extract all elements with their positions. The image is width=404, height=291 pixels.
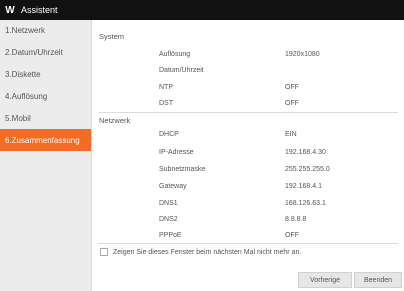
row-label: Datum/Uhrzeit xyxy=(159,67,204,74)
row-value: 168.126.63.1 xyxy=(285,200,326,207)
dont-show-again-checkbox[interactable] xyxy=(100,248,108,256)
section-divider xyxy=(98,243,398,244)
summary-row: IP-Adresse 192.168.4.30 xyxy=(92,149,404,163)
app-logo-icon: W xyxy=(5,4,15,16)
row-value: OFF xyxy=(285,232,299,239)
summary-row: DNS2 8.8.8.8 xyxy=(92,216,404,230)
row-value: 1920x1080 xyxy=(285,51,320,58)
previous-button[interactable]: Vorherige xyxy=(298,272,352,288)
row-label: DNS1 xyxy=(159,200,178,207)
row-label: PPPoE xyxy=(159,232,182,239)
sidebar-item-label: 4.Auflösung xyxy=(5,91,48,101)
summary-row: DNS1 168.126.63.1 xyxy=(92,200,404,214)
summary-row: Subnetzmaske 255.255.255.0 xyxy=(92,166,404,180)
row-value: 192.168.4.30 xyxy=(285,149,326,156)
sidebar-item-label: 3.Diskette xyxy=(5,69,41,79)
row-value: 255.255.255.0 xyxy=(285,166,330,173)
row-label: Gateway xyxy=(159,183,187,190)
summary-row: DHCP EIN xyxy=(92,131,404,145)
sidebar-item-label: 1.Netzwerk xyxy=(5,26,46,35)
row-value: OFF xyxy=(285,84,299,91)
sidebar-item-label: 6.Zusammenfassung xyxy=(5,135,80,145)
summary-row: Datum/Uhrzeit xyxy=(92,67,404,81)
row-label: DHCP xyxy=(159,131,179,138)
window-title: Assistent xyxy=(21,5,58,15)
sidebar-item-label: 2.Datum/Uhrzeit xyxy=(5,47,63,57)
section-heading-netzwerk: Netzwerk xyxy=(99,116,131,125)
sidebar-item-netzwerk[interactable]: 1.Netzwerk xyxy=(0,20,91,41)
sidebar-item-datum-uhrzeit[interactable]: 2.Datum/Uhrzeit xyxy=(0,41,91,63)
row-value: 192.168.4.1 xyxy=(285,183,322,190)
dont-show-again-row: Zeigen Sie dieses Fenster beim nächsten … xyxy=(100,248,301,256)
title-bar: W Assistent xyxy=(0,0,404,20)
summary-row: Auflösung 1920x1080 xyxy=(92,51,404,65)
section-heading-system: System xyxy=(99,32,125,41)
sidebar: 1.Netzwerk 2.Datum/Uhrzeit 3.Diskette 4.… xyxy=(0,20,92,291)
summary-panel: System Auflösung 1920x1080 Datum/Uhrzeit… xyxy=(92,20,404,291)
row-value: 8.8.8.8 xyxy=(285,216,307,223)
row-label: DNS2 xyxy=(159,216,178,223)
summary-row: NTP OFF xyxy=(92,84,404,98)
row-label: Auflösung xyxy=(159,51,191,58)
dont-show-again-label: Zeigen Sie dieses Fenster beim nächsten … xyxy=(113,248,302,256)
row-label: IP-Adresse xyxy=(159,149,194,156)
summary-row: Gateway 192.168.4.1 xyxy=(92,183,404,197)
section-divider xyxy=(98,112,398,113)
sidebar-item-label: 5.Mobil xyxy=(5,113,31,123)
sidebar-item-aufloesung[interactable]: 4.Auflösung xyxy=(0,85,91,107)
row-label: NTP xyxy=(159,84,173,91)
sidebar-item-diskette[interactable]: 3.Diskette xyxy=(0,63,91,85)
sidebar-item-zusammenfassung[interactable]: 6.Zusammenfassung xyxy=(0,129,91,151)
sidebar-item-mobil[interactable]: 5.Mobil xyxy=(0,107,91,129)
finish-button[interactable]: Beenden xyxy=(354,272,402,288)
row-value: OFF xyxy=(285,100,299,107)
row-label: DST xyxy=(159,100,173,107)
row-value: EIN xyxy=(285,131,297,138)
row-label: Subnetzmaske xyxy=(159,166,206,173)
